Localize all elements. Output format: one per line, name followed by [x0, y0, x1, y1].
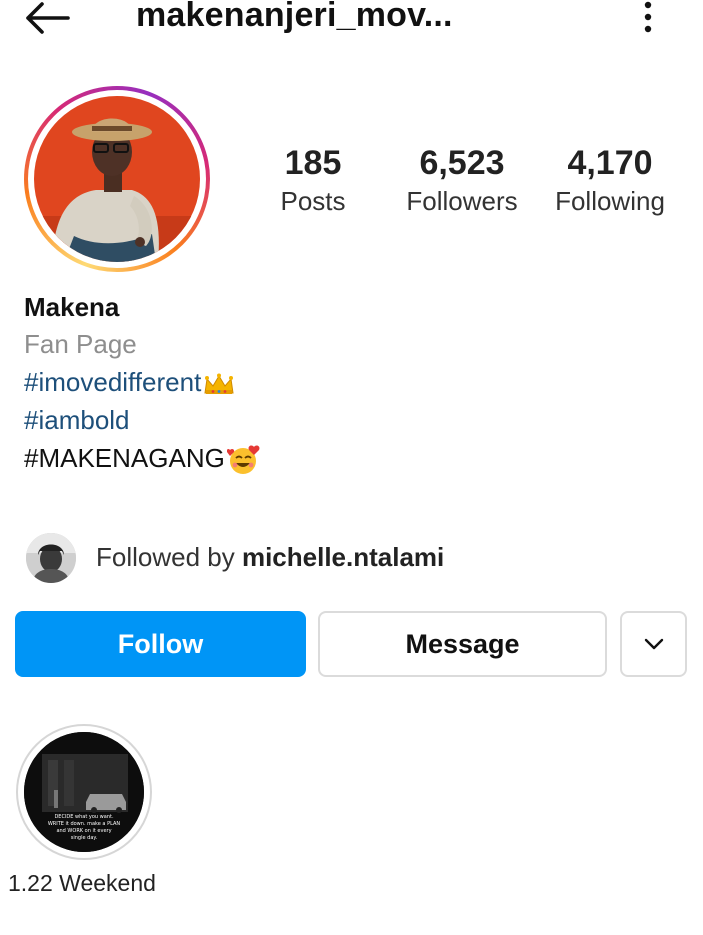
profile-avatar[interactable]	[34, 96, 200, 262]
back-arrow-icon[interactable]	[22, 0, 72, 36]
story-highlight[interactable]: DECIDE what you want. WRITE it down. mak…	[16, 724, 152, 860]
message-button-label: Message	[405, 628, 520, 659]
following-stat[interactable]: 4,170 Following	[546, 143, 674, 217]
posts-stat[interactable]: 185 Posts	[270, 143, 356, 217]
followed-by-text[interactable]: Followed by michelle.ntalami	[96, 542, 444, 573]
message-button[interactable]: Message	[318, 611, 607, 677]
story-highlight-label: 1.22 Weekend	[8, 870, 156, 896]
profile-avatar-ring[interactable]	[24, 86, 210, 272]
mutual-follower-username[interactable]: michelle.ntalami	[242, 542, 444, 572]
following-label: Following	[555, 186, 665, 216]
follow-button[interactable]: Follow	[15, 611, 306, 677]
following-count: 4,170	[567, 144, 653, 182]
posts-count: 185	[284, 144, 342, 182]
followers-label: Followers	[406, 186, 518, 216]
profile-username: makenanjeri_mov...	[136, 0, 453, 34]
followers-count: 6,523	[419, 144, 505, 182]
bio-hashtag-line[interactable]: #imovedifferent	[24, 366, 235, 398]
more-options-icon[interactable]	[636, 0, 660, 34]
smiling-face-with-hearts-emoji-icon	[226, 445, 260, 475]
profile-category: Fan Page	[24, 329, 137, 359]
story-highlight-cover: DECIDE what you want. WRITE it down. mak…	[24, 732, 144, 852]
posts-label: Posts	[280, 186, 346, 216]
bio-text-line: #MAKENAGANG	[24, 442, 261, 476]
hashtag-imovedifferent[interactable]: #imovedifferent	[24, 367, 201, 397]
mutual-follower-avatar[interactable]	[26, 533, 76, 583]
suggested-accounts-button[interactable]	[620, 611, 687, 677]
chevron-down-icon	[644, 638, 663, 650]
follow-button-label: Follow	[117, 628, 204, 659]
highlight-story-text: DECIDE what you want. WRITE it down. mak…	[47, 814, 121, 841]
followed-by-prefix: Followed by	[96, 542, 235, 572]
profile-name: Makena	[24, 292, 120, 322]
makenagang-text: #MAKENAGANG	[24, 443, 225, 473]
hashtag-iambold[interactable]: #iambold	[24, 404, 130, 436]
followers-stat[interactable]: 6,523 Followers	[398, 143, 526, 217]
crown-emoji-icon	[204, 373, 234, 395]
